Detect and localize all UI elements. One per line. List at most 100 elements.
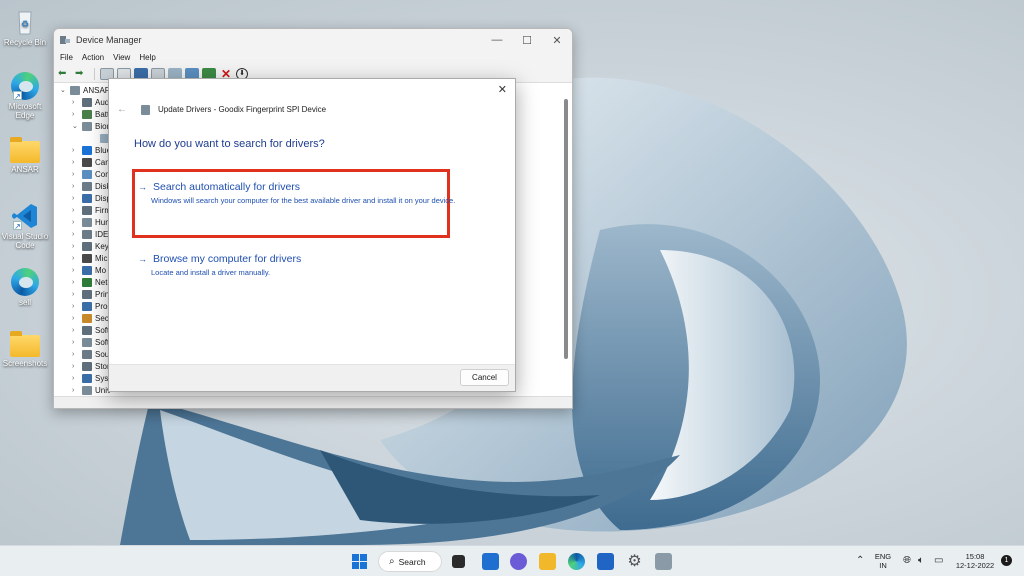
chevron-right-icon[interactable]: ›: [72, 387, 82, 394]
chevron-right-icon[interactable]: ›: [72, 159, 82, 166]
chevron-right-icon[interactable]: ›: [72, 375, 82, 382]
desktop-icon-ansar-folder[interactable]: ANSAR: [0, 136, 50, 174]
chevron-up-icon[interactable]: ⌃: [856, 555, 864, 566]
forward-arrow-icon[interactable]: ➡: [75, 68, 89, 80]
tree-item[interactable]: › Net: [72, 276, 107, 288]
notification-badge[interactable]: 1: [1001, 555, 1012, 566]
chevron-down-icon[interactable]: ⌄: [60, 86, 70, 94]
start-windows-icon[interactable]: [351, 553, 368, 570]
device-manager-titlebar[interactable]: Device Manager — ☐ ✕: [54, 29, 572, 51]
device-category-icon: [82, 193, 92, 203]
chevron-right-icon[interactable]: ›: [72, 315, 82, 322]
chevron-right-icon[interactable]: ›: [72, 291, 82, 298]
tree-item[interactable]: › Batt: [72, 108, 109, 120]
tree-item[interactable]: › Disk: [72, 180, 111, 192]
scrollbar[interactable]: [564, 99, 568, 359]
chevron-right-icon[interactable]: ›: [72, 255, 82, 262]
chevron-right-icon[interactable]: ›: [72, 339, 82, 346]
volume-icon[interactable]: 🔈︎: [918, 555, 924, 566]
tree-item[interactable]: › Disp: [72, 192, 111, 204]
tree-item[interactable]: › Univ: [72, 384, 111, 396]
close-icon[interactable]: ✕: [542, 34, 572, 47]
file-explorer-icon[interactable]: [539, 553, 556, 570]
tree-item[interactable]: › Prin: [72, 288, 109, 300]
task-view-icon[interactable]: [452, 555, 465, 568]
device-category-icon: [82, 313, 92, 323]
tree-item[interactable]: › Sou: [72, 348, 109, 360]
tree-item[interactable]: › Mo: [72, 264, 106, 276]
device-category-icon: [82, 349, 92, 359]
language-indicator[interactable]: ENG IN: [872, 552, 894, 570]
edge-icon[interactable]: [568, 553, 585, 570]
chevron-right-icon[interactable]: ›: [72, 363, 82, 370]
device-category-icon: [82, 361, 92, 371]
tree-item[interactable]: › Stor: [72, 360, 110, 372]
tree-item[interactable]: › Com: [72, 168, 112, 180]
tree-item[interactable]: › Blue: [72, 144, 111, 156]
tree-item[interactable]: › Syst: [72, 372, 111, 384]
tree-root[interactable]: ⌄ ANSAR: [60, 84, 111, 96]
device-category-icon: [82, 229, 92, 239]
tree-item[interactable]: › Soft: [72, 336, 109, 348]
chevron-right-icon[interactable]: ›: [72, 195, 82, 202]
battery-icon[interactable]: ▭: [934, 555, 943, 566]
dialog-close-icon[interactable]: ✕: [498, 83, 507, 96]
browse-computer-option[interactable]: → Browse my computer for drivers Locate …: [138, 253, 438, 278]
desktop-icon-edge[interactable]: ↗ Microsoft Edge: [0, 70, 50, 120]
tree-item[interactable]: › Cam: [72, 156, 112, 168]
chevron-right-icon[interactable]: ›: [72, 219, 82, 226]
status-bar: [54, 396, 572, 408]
device-manager-taskbar-icon[interactable]: [655, 553, 672, 570]
chevron-right-icon[interactable]: ›: [72, 171, 82, 178]
chevron-right-icon[interactable]: ›: [72, 351, 82, 358]
back-arrow-icon[interactable]: ⬅: [58, 68, 72, 80]
chevron-right-icon[interactable]: ›: [72, 279, 82, 286]
desktop-icon-sell[interactable]: sell: [0, 266, 50, 307]
settings-gear-icon[interactable]: ⚙: [626, 553, 643, 570]
device-category-icon: [82, 241, 92, 251]
search-automatically-option[interactable]: → Search automatically for drivers Windo…: [138, 181, 460, 206]
menu-view[interactable]: View: [113, 51, 130, 65]
chevron-right-icon[interactable]: ›: [72, 327, 82, 334]
chevron-right-icon[interactable]: ›: [72, 99, 82, 106]
device-category-icon: [82, 325, 92, 335]
menu-help[interactable]: Help: [139, 51, 155, 65]
taskbar-search[interactable]: ⌕ Search: [378, 551, 442, 572]
tree-item[interactable]: › Proc: [72, 300, 111, 312]
desktop-icon-screenshots-folder[interactable]: Screenshots: [0, 330, 50, 368]
tree-item[interactable]: › Hum: [72, 216, 112, 228]
clock[interactable]: 15:08 12-12-2022: [953, 552, 997, 570]
tree-item[interactable]: › Firm: [72, 204, 111, 216]
menu-action[interactable]: Action: [82, 51, 104, 65]
menu-file[interactable]: File: [60, 51, 73, 65]
tree-item[interactable]: › Soft: [72, 324, 109, 336]
chat-icon[interactable]: [510, 553, 527, 570]
back-arrow-icon[interactable]: ←: [117, 104, 127, 115]
desktop-icon-recycle-bin[interactable]: ♻ Recycle Bin: [0, 6, 50, 47]
recycle-bin-icon: ♻: [9, 6, 41, 36]
option-description: Windows will search your computer for th…: [151, 196, 456, 205]
tree-item[interactable]: › Aud: [72, 96, 109, 108]
chevron-right-icon[interactable]: ›: [72, 111, 82, 118]
chevron-right-icon[interactable]: ›: [72, 183, 82, 190]
chevron-right-icon[interactable]: ›: [72, 207, 82, 214]
chevron-down-icon[interactable]: ⌄: [72, 122, 82, 130]
chevron-right-icon[interactable]: ›: [72, 243, 82, 250]
tree-item[interactable]: › Sec: [72, 312, 109, 324]
desktop-icon-label: Recycle Bin: [3, 38, 47, 47]
widgets-icon[interactable]: [482, 553, 499, 570]
store-icon[interactable]: [597, 553, 614, 570]
tree-item[interactable]: › IDE: [72, 228, 108, 240]
chevron-right-icon[interactable]: ›: [72, 267, 82, 274]
tree-item[interactable]: › Key: [72, 240, 109, 252]
desktop-icon-label: sell: [18, 298, 31, 307]
tree-item[interactable]: › Mic: [72, 252, 107, 264]
minimize-icon[interactable]: —: [482, 34, 512, 47]
chevron-right-icon[interactable]: ›: [72, 231, 82, 238]
maximize-icon[interactable]: ☐: [512, 34, 542, 47]
chevron-right-icon[interactable]: ›: [72, 147, 82, 154]
network-globe-icon[interactable]: 🌐︎: [903, 555, 911, 566]
chevron-right-icon[interactable]: ›: [72, 303, 82, 310]
cancel-button[interactable]: Cancel: [460, 369, 509, 386]
desktop-icon-vscode[interactable]: ↗ Visual Studio Code: [0, 200, 50, 250]
